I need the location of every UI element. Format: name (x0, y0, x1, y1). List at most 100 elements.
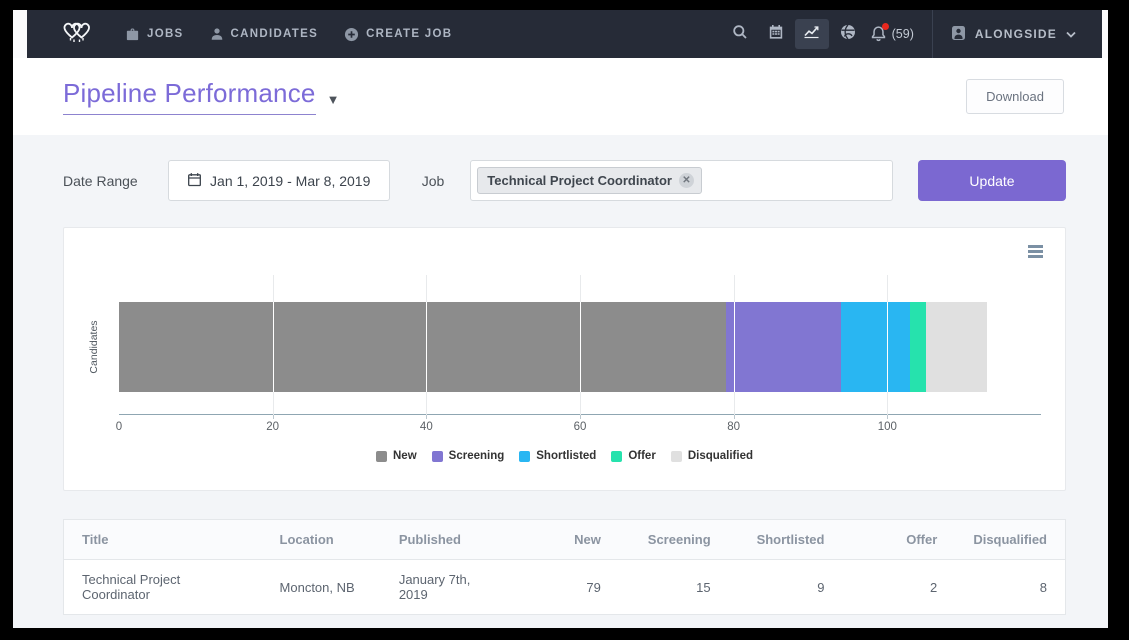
nav-left: JOBS CANDIDATES CREATE J (27, 19, 478, 49)
legend-item-shortlisted[interactable]: Shortlisted (519, 450, 596, 462)
chart-plot-area (119, 275, 1041, 415)
table-cell: January 7th, 2019 (381, 560, 510, 615)
briefcase-icon (125, 27, 140, 42)
table-cell: 79 (510, 560, 619, 615)
search-button[interactable] (723, 19, 757, 49)
account-label: ALONGSIDE (975, 27, 1057, 41)
bell-icon (870, 25, 888, 43)
x-tick-label: 60 (574, 421, 587, 433)
nav-item-candidates[interactable]: CANDIDATES (210, 27, 319, 41)
table-body: Technical Project CoordinatorMoncton, NB… (64, 560, 1065, 615)
filter-bar: Date Range Jan 1, 2019 - Mar 8, 2019 Job… (63, 160, 1066, 201)
bar-segment-screening[interactable] (726, 302, 841, 392)
legend-swatch (671, 451, 682, 462)
nav-right: (59) ALONGSIDE (722, 10, 1102, 58)
legend-label: Disqualified (688, 450, 753, 462)
column-header-disqualified: Disqualified (955, 520, 1065, 560)
x-tick-label: 20 (266, 421, 279, 433)
column-header-offer: Offer (842, 520, 955, 560)
column-header-published: Published (381, 520, 510, 560)
axis-tick (887, 415, 888, 419)
content-area: Date Range Jan 1, 2019 - Mar 8, 2019 Job… (13, 135, 1108, 628)
legend-swatch (611, 451, 622, 462)
date-range-label: Date Range (63, 173, 138, 189)
column-header-shortlisted: Shortlisted (729, 520, 843, 560)
table-header-row: TitleLocationPublishedNewScreeningShortl… (64, 520, 1065, 560)
date-range-value: Jan 1, 2019 - Mar 8, 2019 (210, 173, 370, 189)
chart-gridline-overlay (273, 302, 274, 392)
chart-menu-icon[interactable] (1028, 245, 1043, 260)
legend-swatch (376, 451, 387, 462)
page-header: Pipeline Performance ▼ Download (13, 58, 1108, 135)
calendar-button[interactable] (759, 19, 793, 49)
table-cell: 15 (619, 560, 729, 615)
legend-item-screening[interactable]: Screening (432, 450, 505, 462)
person-icon (210, 27, 224, 41)
chevron-down-icon (1066, 27, 1076, 41)
account-badge-icon (951, 25, 966, 44)
chart-legend: New Screening Shortlisted Offer Disqualified (64, 450, 1065, 462)
x-tick-label: 80 (727, 421, 740, 433)
nav-item-label: JOBS (147, 28, 184, 40)
legend-item-new[interactable]: New (376, 450, 417, 462)
date-range-input[interactable]: Jan 1, 2019 - Mar 8, 2019 (168, 160, 390, 201)
table-row[interactable]: Technical Project CoordinatorMoncton, NB… (64, 560, 1065, 615)
chart-gridline-overlay (580, 302, 581, 392)
top-navbar: JOBS CANDIDATES CREATE J (27, 10, 1102, 58)
notifications-button[interactable]: (59) (870, 25, 914, 43)
alongside-logo[interactable] (57, 19, 97, 49)
nav-item-create-job[interactable]: CREATE JOB (344, 27, 452, 42)
calendar-icon (187, 172, 202, 190)
account-menu[interactable]: ALONGSIDE (951, 25, 1076, 44)
bar-segment-disqualified[interactable] (926, 302, 987, 392)
bar-segment-new[interactable] (119, 302, 726, 392)
nav-item-label: CREATE JOB (366, 28, 452, 40)
column-header-location: Location (262, 520, 381, 560)
line-chart-icon (803, 24, 820, 44)
nav-item-label: CANDIDATES (231, 28, 319, 40)
bar-segment-offer[interactable] (910, 302, 925, 392)
x-tick-label: 100 (878, 421, 897, 433)
reports-button[interactable] (795, 19, 829, 49)
legend-label: Offer (628, 450, 655, 462)
page-title: Pipeline Performance (63, 78, 316, 115)
chart-gridline-overlay (734, 302, 735, 392)
legend-swatch (432, 451, 443, 462)
globe-icon (840, 24, 856, 45)
legend-item-offer[interactable]: Offer (611, 450, 655, 462)
double-heart-icon (57, 19, 97, 49)
axis-tick (426, 415, 427, 419)
table-cell: Moncton, NB (262, 560, 381, 615)
globe-button[interactable] (831, 19, 865, 49)
legend-item-disqualified[interactable]: Disqualified (671, 450, 753, 462)
report-selector[interactable]: Pipeline Performance ▼ (63, 78, 339, 115)
caret-down-icon: ▼ (327, 86, 340, 107)
chart-gridline-overlay (887, 302, 888, 392)
table-cell: 8 (955, 560, 1065, 615)
legend-label: Shortlisted (536, 450, 596, 462)
axis-tick (734, 415, 735, 419)
update-button[interactable]: Update (918, 160, 1066, 201)
pipeline-table-card: TitleLocationPublishedNewScreeningShortl… (63, 519, 1066, 615)
nav-divider (932, 10, 933, 58)
nav-item-jobs[interactable]: JOBS (125, 27, 184, 42)
app-window: JOBS CANDIDATES CREATE J (13, 10, 1108, 628)
legend-swatch (519, 451, 530, 462)
job-label: Job (422, 173, 445, 189)
pipeline-table: TitleLocationPublishedNewScreeningShortl… (64, 520, 1065, 614)
legend-label: Screening (449, 450, 505, 462)
notification-dot (882, 23, 889, 30)
plus-circle-icon (344, 27, 359, 42)
axis-tick (580, 415, 581, 419)
job-select-input[interactable]: Technical Project Coordinator ✕ (470, 160, 893, 201)
axis-tick (273, 415, 274, 419)
legend-label: New (393, 450, 417, 462)
bar-segment-shortlisted[interactable] (841, 302, 910, 392)
remove-tag-icon[interactable]: ✕ (679, 173, 694, 188)
table-cell: 9 (729, 560, 843, 615)
column-header-new: New (510, 520, 619, 560)
chart-ylabel: Candidates (88, 320, 100, 373)
download-button[interactable]: Download (966, 79, 1064, 114)
chart-gridline-overlay (426, 302, 427, 392)
table-cell: 2 (842, 560, 955, 615)
